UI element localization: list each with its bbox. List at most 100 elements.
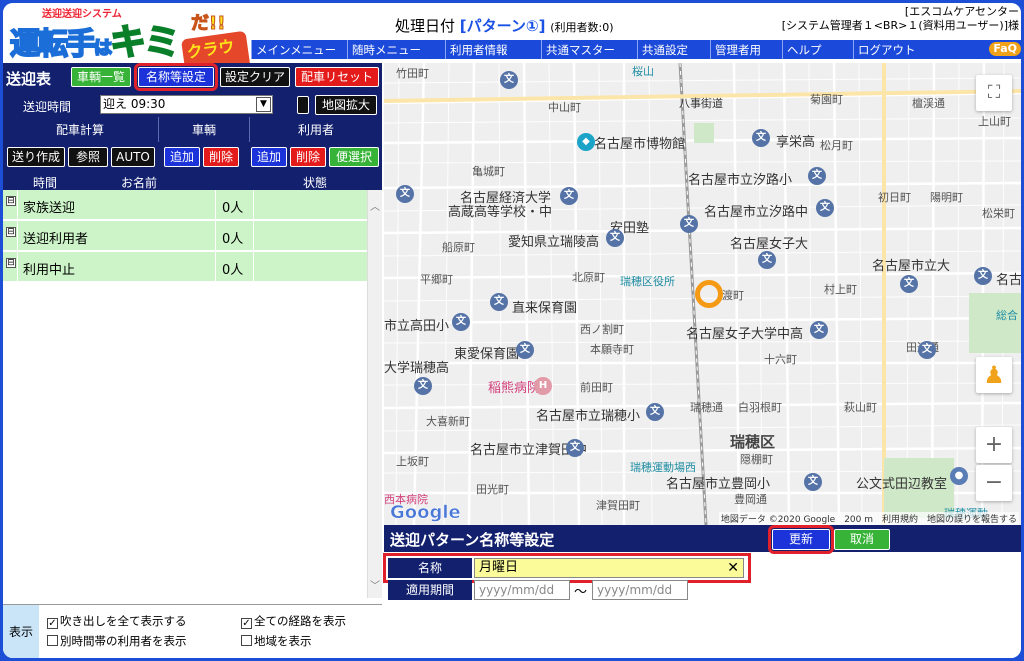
checkbox-checked-icon[interactable]: ✓ [241,618,252,629]
auto-button[interactable]: AUTO [111,147,155,167]
other-time-option[interactable]: 別時間帯の利用者を表示 [47,633,187,649]
map-label: 名古屋市立汐路中 [704,205,809,220]
map-poi-icon[interactable]: 文 [752,129,770,147]
app-logo[interactable]: 送迎送迎システム 運転手はキミ だ!! クラウド [6,5,253,88]
map-poi-icon[interactable]: 文 [808,167,826,185]
send-create-button[interactable]: 送り作成 [7,147,65,167]
map-poi-icon[interactable]: 文 [804,473,822,491]
map-attribution[interactable]: 地図データ ©2020 Google 200 m 利用規約 地図の誤りを報告する [718,512,1019,525]
vehicle-add-button[interactable]: 追加 [164,147,200,167]
group-row[interactable]: ⊟ 送迎利用者 0人 [3,221,367,251]
map-label: 名古 [996,273,1021,288]
map-poi-icon[interactable]: 文 [490,293,508,311]
map-label: 高蔵高等学校・中 [448,205,553,220]
map-poi-icon[interactable]: 文 [680,215,698,233]
divider [253,252,254,282]
user-add-button[interactable]: 追加 [251,147,287,167]
zoom-in-button[interactable]: + [976,427,1012,463]
map-poi-icon[interactable]: 文 [452,313,470,331]
show-routes-option[interactable]: ✓ 全ての経路を表示 [241,613,346,629]
map-label: 上坂町 [396,455,429,468]
menu-user-info[interactable]: 利用者情報 [445,40,541,59]
map-poi-icon[interactable]: 文 [758,251,776,269]
collapse-icon[interactable]: ⊟ [6,196,16,206]
hospital-icon[interactable]: H [534,377,552,395]
date-to-input[interactable]: yyyy/mm/dd [592,580,688,600]
cancel-button[interactable]: 取消 [834,529,890,550]
map-poi-icon[interactable]: 文 [414,377,432,395]
logo-text-c: キミ [109,21,181,64]
menu-main[interactable]: メインメニュー [251,40,347,59]
collapse-icon[interactable]: ⊟ [6,227,16,237]
map-expand-button[interactable]: 地図拡大 [315,95,377,115]
menu-common-master[interactable]: 共通マスター [541,40,637,59]
map-poi-icon[interactable]: 文 [560,187,578,205]
date-from-input[interactable]: yyyy/mm/dd [474,580,570,600]
map-label: 名古屋女子大 [730,237,809,252]
header: 送迎送迎システム 運転手はキミ だ!! クラウド 処理日付 [パターン①] (利… [3,3,1021,88]
menu-adhoc[interactable]: 随時メニュー [347,40,445,59]
chevron-down-icon[interactable]: ▼ [256,97,271,112]
street-view-icon[interactable]: ♟ [976,357,1012,393]
checkbox-icon[interactable] [47,635,58,646]
facility-marker[interactable] [695,280,723,308]
name-settings-button[interactable]: 名称等設定 [134,63,218,91]
fullscreen-icon[interactable]: ⛶ [976,75,1012,111]
update-button[interactable]: 更新 [768,525,834,554]
pattern-name: [パターン①] [459,17,546,35]
location-pin-icon[interactable]: ● [950,467,968,485]
schedule-list: ⊟ 家族送迎 0人 ⊟ 送迎利用者 0人 ⊟ 利用中止 0人 [3,190,367,282]
map-view[interactable]: 竹田町 桜山 中山町 八事街道 菊園町 檀渓通 上山町 名古屋市博物館 享栄高 … [384,63,1021,525]
divider [17,190,18,220]
map-poi-icon[interactable]: 文 [816,199,834,217]
menu-admin[interactable]: 管理者用 [710,40,782,59]
checkbox-icon[interactable] [241,635,252,646]
user-info-line1: [エスコムケアセンター [904,5,1019,18]
map-poi-icon[interactable]: 文 [918,341,936,359]
scroll-down-icon[interactable]: ﹀ [370,577,380,592]
clear-settings-button[interactable]: 設定クリア [220,67,290,87]
group-row[interactable]: ⊟ 家族送迎 0人 [3,190,367,220]
map-poi-icon[interactable]: 文 [396,185,414,203]
menu-common-settings[interactable]: 共通設定 [637,40,710,59]
checkbox-checked-icon[interactable]: ✓ [47,618,58,629]
clear-icon[interactable]: ✕ [727,559,739,577]
group-row[interactable]: ⊟ 利用中止 0人 [3,252,367,282]
map-label: 渡町 [722,289,744,302]
user-delete-button[interactable]: 削除 [290,147,326,167]
faq-button[interactable]: FaQ [989,42,1021,56]
map-poi-icon[interactable]: 文 [646,403,664,421]
small-toggle-button[interactable] [297,96,309,114]
show-bubbles-option[interactable]: ✓ 吹き出しを全て表示する [47,613,187,629]
vehicle-delete-button[interactable]: 削除 [203,147,239,167]
map-poi-icon[interactable]: 文 [516,341,534,359]
map-poi-icon[interactable]: 文 [566,439,584,457]
menu-logout[interactable]: ログアウト [853,40,949,59]
map-label: 初日町 [878,191,911,204]
map-label: 享栄高 [776,135,816,150]
museum-icon[interactable]: ◆ [577,133,595,151]
main-menu-bar: メインメニュー 随時メニュー 利用者情報 共通マスター 共通設定 管理者用 ヘル… [251,40,1021,59]
zoom-out-button[interactable]: − [976,465,1012,501]
map-poi-icon[interactable]: 文 [606,229,624,247]
list-scrollbar[interactable]: ︿ ﹀ [367,190,382,598]
map-label: 瑞穂区 [730,433,776,451]
time-select[interactable]: 迎え 09:30 ▼ [100,95,273,114]
vehicle-list-button[interactable]: 車輌一覧 [71,67,131,87]
map-poi-icon[interactable]: 文 [500,71,518,89]
map-poi-icon[interactable]: 文 [974,267,992,285]
collapse-icon[interactable]: ⊟ [6,258,16,268]
reset-allocation-button[interactable]: 配車リセット [295,67,379,87]
map-poi-icon[interactable]: 文 [810,321,828,339]
menu-help[interactable]: ヘルプ [782,40,853,59]
map-label: 田光町 [476,483,509,496]
show-region-option[interactable]: 地域を表示 [241,633,312,649]
scroll-up-icon[interactable]: ︿ [370,198,380,213]
view-button[interactable]: 参照 [68,147,108,167]
logo-text-b: は [93,37,113,60]
map-poi-icon[interactable]: 文 [900,275,918,293]
name-input[interactable]: 月曜日 ✕ [474,558,744,578]
convenience-select-button[interactable]: 便選択 [329,147,379,167]
map-label: 大学瑞穂高 [384,361,450,376]
map-label: 前田町 [580,381,613,394]
